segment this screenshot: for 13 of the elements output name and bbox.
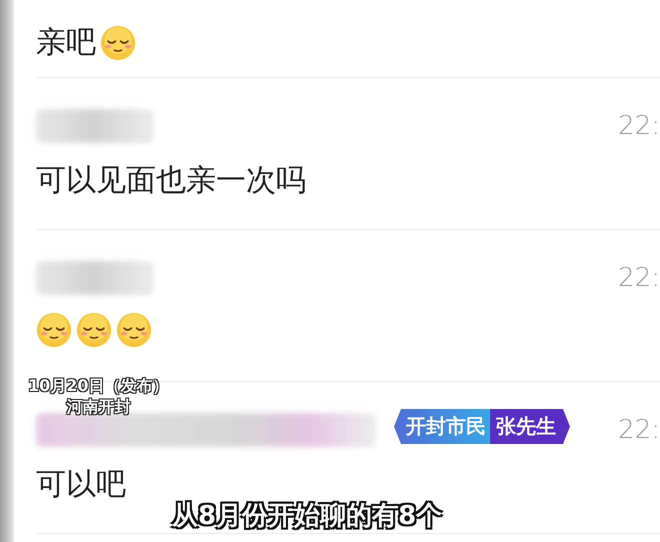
message-time: 22: [618, 415, 660, 445]
emoji-icon [36, 312, 72, 348]
message-time: 22: [618, 263, 660, 293]
message-time: 22: [618, 111, 660, 141]
message-text: 亲吧 [36, 24, 96, 62]
emoji-icon [116, 312, 152, 348]
message-text: 可以吧 [36, 466, 126, 504]
place-caption: 河南开封 [66, 397, 130, 418]
date-caption: 10月20日（发布） [28, 376, 169, 397]
emoji-icon [100, 24, 136, 60]
message-text: 可以见面也亲一次吗 [36, 162, 306, 200]
subtitle: 从8月份开始聊的有8个 [172, 498, 442, 533]
emoji-icon [76, 312, 112, 348]
